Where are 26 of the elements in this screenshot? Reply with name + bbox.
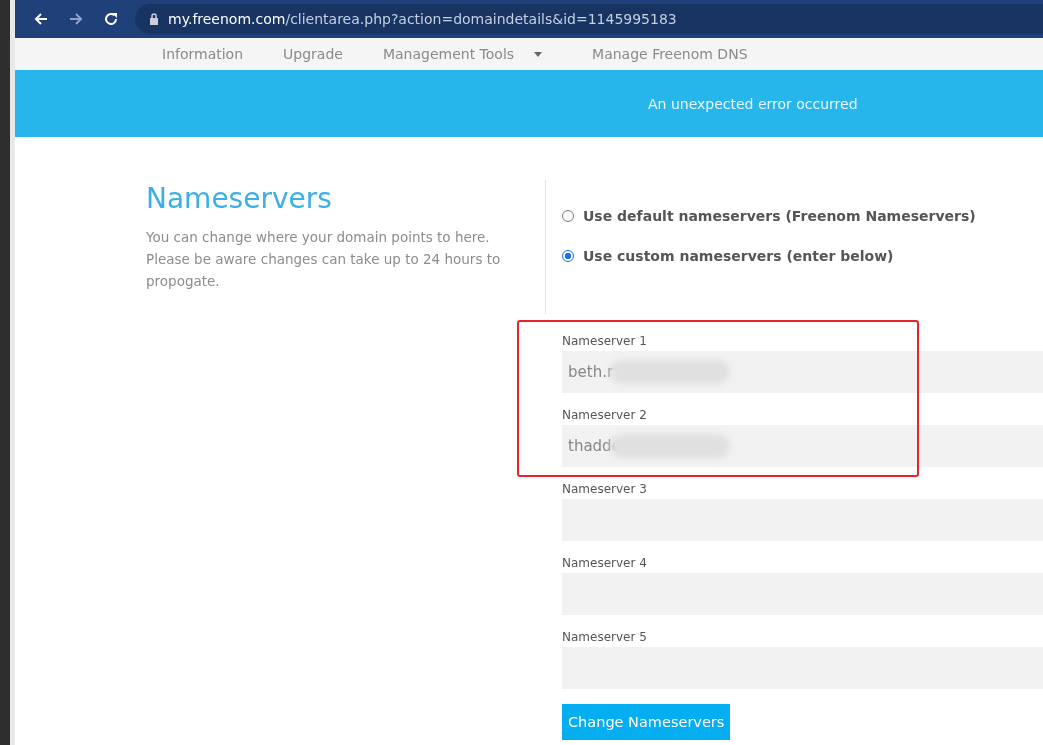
back-icon[interactable] xyxy=(33,11,49,27)
field-label: Nameserver 4 xyxy=(562,556,648,570)
caret-icon[interactable] xyxy=(534,51,543,57)
nav-link[interactable]: Upgrade xyxy=(283,46,343,62)
url-path: /clientarea.php?action=domaindetails&id=1145995183 xyxy=(285,11,677,27)
radio-button[interactable] xyxy=(562,210,574,222)
nav-link[interactable]: Information xyxy=(162,46,244,62)
nav-link[interactable]: Manage Freenom DNS xyxy=(592,46,748,62)
radio-button[interactable] xyxy=(562,250,574,262)
option-label: Use custom nameservers (enter below) xyxy=(583,248,894,264)
error-message: An unexpected error occurred xyxy=(648,95,858,112)
input-field[interactable]: beth.r xyxy=(562,351,1043,393)
url-host: my.freenom.com xyxy=(168,11,286,27)
field-label: Nameserver 5 xyxy=(562,630,648,644)
change-nameservers-button[interactable]: Change Nameservers xyxy=(562,704,731,740)
forward-icon[interactable] xyxy=(68,11,84,27)
nav-link[interactable]: Management Tools xyxy=(382,46,515,62)
option-label: Use default nameservers (Freenom Nameservers) xyxy=(583,208,976,224)
field-label: Nameserver 2 xyxy=(562,408,648,422)
reload-icon[interactable] xyxy=(103,11,119,27)
address-bar[interactable]: my.freenom.com/clientarea.php?action=domaindetails&id=1145995183 xyxy=(135,4,1043,34)
lock-icon xyxy=(149,13,159,25)
field-label: Nameserver 1 xyxy=(562,334,648,348)
section-description: You can change where your domain points to here. Please be aware changes can take up to 24 hours to propogate. xyxy=(146,228,502,291)
field-label: Nameserver 3 xyxy=(562,482,648,496)
section-title: Nameservers xyxy=(146,181,333,217)
